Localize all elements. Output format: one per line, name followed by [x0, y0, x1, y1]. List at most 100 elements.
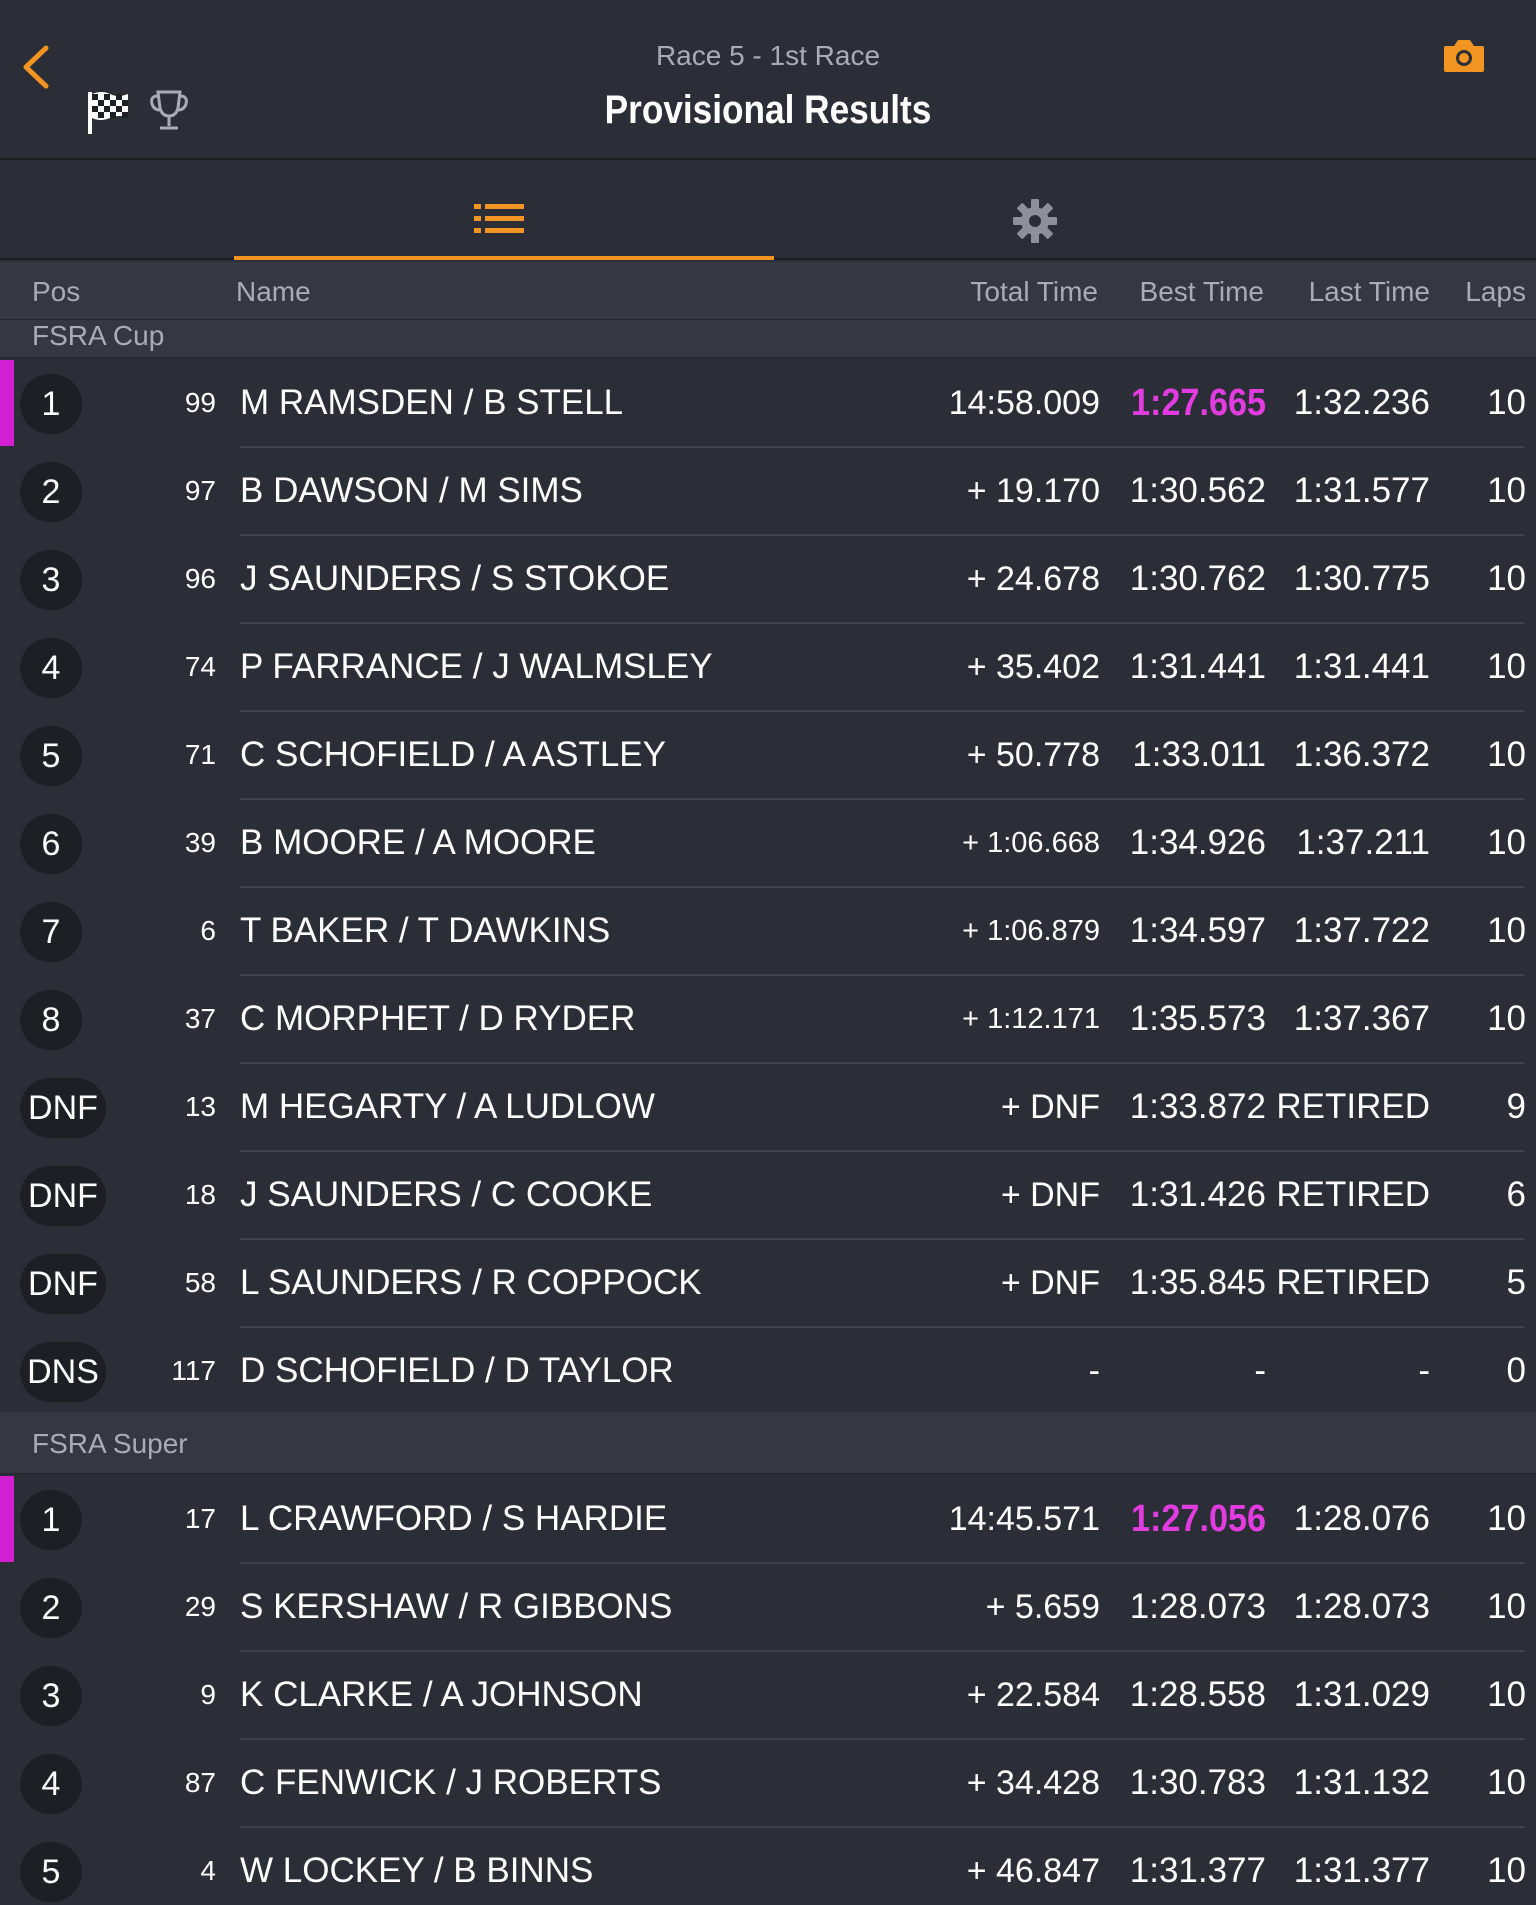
table-row[interactable]: 4 74 P FARRANCE / J WALMSLEY + 35.402 1:31.4…: [0, 624, 1536, 712]
col-last-time[interactable]: Last Time: [1309, 276, 1430, 308]
table-row[interactable]: 2 29 S KERSHAW / R GIBBONS + 5.659 1:28.073 1…: [0, 1564, 1536, 1652]
driver-names: C FENWICK / J ROBERTS: [240, 1763, 662, 1802]
position-badge: DNF: [20, 1166, 106, 1226]
total-time: + 34.428: [966, 1764, 1100, 1802]
section-header: FSRA Cup: [0, 320, 1536, 358]
best-time: 1:30.783: [1129, 1763, 1266, 1802]
table-row[interactable]: 4 87 C FENWICK / J ROBERTS + 34.428 1:30.783…: [0, 1740, 1536, 1828]
laps-count: 10: [1487, 823, 1526, 862]
last-time: 1:31.577: [1293, 471, 1430, 510]
best-time: 1:27.665: [1130, 382, 1266, 424]
tab-bar: [0, 162, 1536, 260]
position-badge: 6: [20, 814, 82, 874]
total-time: + 50.778: [966, 736, 1100, 774]
laps-count: 10: [1487, 471, 1526, 510]
laps-count: 10: [1487, 735, 1526, 774]
table-row[interactable]: 1 99 M RAMSDEN / B STELL 14:58.009 1:27.665 1…: [0, 360, 1536, 448]
driver-names: J SAUNDERS / S STOKOE: [240, 559, 670, 598]
table-row[interactable]: DNF 18 J SAUNDERS / C COOKE + DNF 1:31.426 RE…: [0, 1152, 1536, 1240]
position-badge: 7: [20, 902, 82, 962]
best-time: 1:28.073: [1129, 1587, 1266, 1626]
car-number: 6: [200, 915, 216, 946]
col-total-time[interactable]: Total Time: [970, 276, 1098, 308]
camera-button[interactable]: [1442, 36, 1486, 76]
table-row[interactable]: 7 6 T BAKER / T DAWKINS + 1:06.879 1:34.597 1…: [0, 888, 1536, 976]
table-row[interactable]: 2 97 B DAWSON / M SIMS + 19.170 1:30.562 1:31…: [0, 448, 1536, 536]
col-name[interactable]: Name: [236, 276, 311, 308]
position-badge: 2: [20, 1578, 82, 1638]
total-time: + 19.170: [966, 472, 1100, 510]
total-time: + 1:06.879: [962, 915, 1100, 947]
car-number: 29: [184, 1591, 216, 1622]
best-time: 1:27.056: [1130, 1498, 1266, 1540]
car-number: 37: [184, 1003, 216, 1034]
last-time: 1:28.073: [1293, 1587, 1430, 1626]
table-row[interactable]: 6 39 B MOORE / A MOORE + 1:06.668 1:34.926 1:…: [0, 800, 1536, 888]
table-row[interactable]: 8 37 C MORPHET / D RYDER + 1:12.171 1:35.573…: [0, 976, 1536, 1064]
best-time: 1:31.441: [1129, 647, 1266, 686]
best-time: -: [1254, 1351, 1266, 1390]
last-time: RETIRED: [1276, 1087, 1430, 1126]
car-number: 74: [184, 651, 216, 682]
total-time: + DNF: [1000, 1176, 1100, 1214]
table-row[interactable]: 1 17 L CRAWFORD / S HARDIE 14:45.571 1:27.05…: [0, 1476, 1536, 1564]
total-time: + 5.659: [985, 1588, 1100, 1626]
driver-names: D SCHOFIELD / D TAYLOR: [240, 1351, 674, 1390]
driver-names: B DAWSON / M SIMS: [240, 471, 583, 510]
total-time: + 1:12.171: [962, 1003, 1100, 1035]
car-number: 13: [184, 1091, 216, 1122]
driver-names: J SAUNDERS / C COOKE: [240, 1175, 653, 1214]
position-badge: DNS: [20, 1342, 106, 1402]
position-badge: 1: [20, 374, 82, 434]
last-time: 1:32.236: [1293, 383, 1430, 422]
car-number: 58: [184, 1267, 216, 1298]
best-time: 1:33.872: [1129, 1087, 1266, 1126]
last-time: 1:31.132: [1293, 1763, 1430, 1802]
laps-count: 10: [1487, 911, 1526, 950]
table-row[interactable]: 5 4 W LOCKEY / B BINNS + 46.847 1:31.377 1:31…: [0, 1828, 1536, 1905]
laps-count: 5: [1506, 1263, 1526, 1302]
total-time: + DNF: [1000, 1264, 1100, 1302]
laps-count: 10: [1487, 1675, 1526, 1714]
best-time: 1:31.377: [1129, 1851, 1266, 1890]
table-row[interactable]: 3 9 K CLARKE / A JOHNSON + 22.584 1:28.558 1:…: [0, 1652, 1536, 1740]
driver-names: W LOCKEY / B BINNS: [240, 1851, 594, 1890]
last-time: RETIRED: [1276, 1263, 1430, 1302]
driver-names: P FARRANCE / J WALMSLEY: [240, 647, 713, 686]
table-row[interactable]: DNS 117 D SCHOFIELD / D TAYLOR - - - 0: [0, 1328, 1536, 1416]
total-time: -: [1088, 1352, 1100, 1390]
col-best-time[interactable]: Best Time: [1140, 276, 1264, 308]
table-row[interactable]: 3 96 J SAUNDERS / S STOKOE + 24.678 1:30.762…: [0, 536, 1536, 624]
laps-count: 0: [1506, 1351, 1526, 1390]
laps-count: 10: [1487, 559, 1526, 598]
laps-count: 9: [1506, 1087, 1526, 1126]
tab-settings[interactable]: [774, 162, 1314, 260]
total-time: + DNF: [1000, 1088, 1100, 1126]
tab-results-list[interactable]: [234, 162, 774, 260]
section-title: FSRA Super: [32, 1428, 188, 1459]
column-headers: Pos Name Total Time Best Time Last Time …: [0, 262, 1536, 320]
car-number: 97: [184, 475, 216, 506]
last-time: 1:37.722: [1293, 911, 1430, 950]
list-icon: [474, 204, 524, 233]
col-laps[interactable]: Laps: [1465, 276, 1526, 308]
last-time: RETIRED: [1276, 1175, 1430, 1214]
driver-names: C SCHOFIELD / A ASTLEY: [240, 735, 666, 774]
total-time: + 46.847: [966, 1852, 1100, 1890]
laps-count: 10: [1487, 647, 1526, 686]
table-row[interactable]: 5 71 C SCHOFIELD / A ASTLEY + 50.778 1:33.01…: [0, 712, 1536, 800]
position-badge: 5: [20, 1842, 82, 1902]
last-time: 1:28.076: [1293, 1499, 1430, 1538]
col-pos[interactable]: Pos: [32, 276, 80, 308]
table-row[interactable]: DNF 58 L SAUNDERS / R COPPOCK + DNF 1:35.845…: [0, 1240, 1536, 1328]
last-time: 1:36.372: [1293, 735, 1430, 774]
total-time: + 35.402: [966, 648, 1100, 686]
laps-count: 10: [1487, 383, 1526, 422]
car-number: 99: [184, 387, 216, 418]
position-badge: 4: [20, 1754, 82, 1814]
table-row[interactable]: DNF 13 M HEGARTY / A LUDLOW + DNF 1:33.872 RE…: [0, 1064, 1536, 1152]
best-time: 1:33.011: [1132, 735, 1266, 774]
car-number: 87: [184, 1767, 216, 1798]
section-header: FSRA Super: [0, 1412, 1536, 1474]
last-time: 1:31.029: [1293, 1675, 1430, 1714]
